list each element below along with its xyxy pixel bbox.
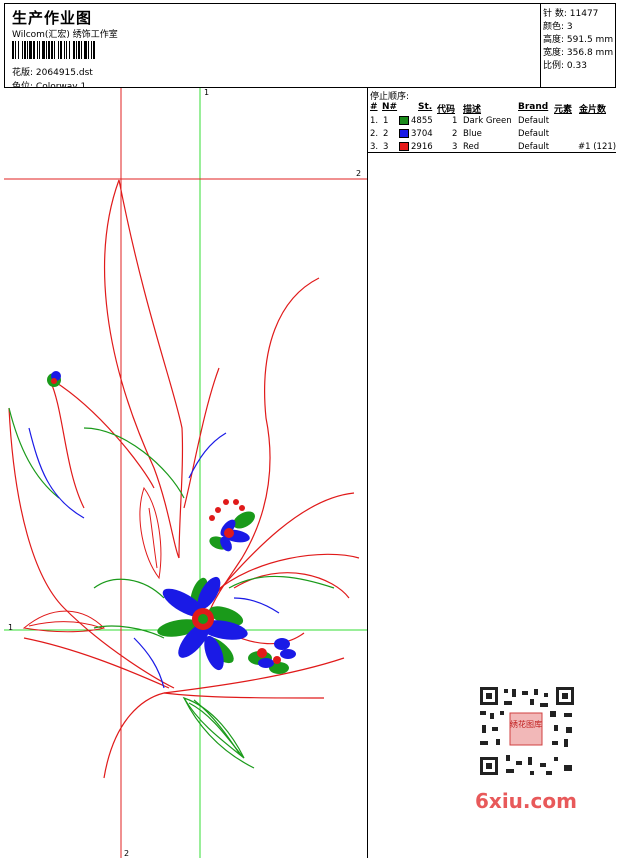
green-stems [8,407,335,769]
flower-upper-right [209,499,255,552]
row-brand: Default [518,142,550,152]
stat-colors-label: 颜色: [543,22,565,32]
row-code: 3704 [411,129,433,139]
stat-height-label: 高度: [543,35,565,45]
row-desc: Dark Green [463,116,512,126]
stat-stitches: 针 数: 11477 [543,6,598,19]
stat-colors-value: 3 [566,22,573,32]
col-header-elements: 元素 [554,105,573,115]
thread-swatch [399,142,409,151]
watermark-text: 6xiu.com [475,789,577,813]
row-index: 3. [370,142,379,152]
design-preview: 1 1 2 2 [4,88,368,858]
guide-h1-label: 1 [8,623,13,632]
table-divider [368,152,616,153]
pattern-label: 花版: [12,68,34,78]
row-brand: Default [518,116,550,126]
col-header-n: N# [382,102,398,112]
row-sequins: #1 (121) [578,142,617,152]
row-index: 2. [370,129,379,139]
row-desc: Red [463,142,480,152]
guide-v1-label: 1 [204,88,209,97]
embroidery-artwork: 1 1 2 2 [4,88,367,858]
row-num: 1 [452,116,458,126]
flower-main [157,576,248,671]
col-header-sequins: 金片数 [579,105,607,115]
guide-v2-label: 2 [124,849,129,858]
col-header-st: St. [418,102,433,112]
row-code: 4855 [411,116,433,126]
stat-stitches-label: 针 数: [543,9,567,19]
stat-scale-value: 0.33 [566,61,587,71]
row-n: 3 [383,142,389,152]
software-name: Wilcom(汇宏) 绣饰工作室 [12,30,118,40]
qr-stamp-text: 绣花图库 [510,719,542,729]
barcode [12,41,146,59]
sheet-title: 生产作业图 [12,9,93,27]
row-num: 2 [452,129,458,139]
row-n: 1 [383,116,389,126]
red-leaf-outlines [22,486,162,633]
header-panel: 生产作业图 Wilcom(汇宏) 绣饰工作室 花版: 2064915.dst 色… [4,3,541,92]
qr-code-icon: 绣花图库 [470,681,582,781]
red-stems [8,179,360,779]
col-header-index: # [370,102,378,112]
pattern-info: 花版: 2064915.dst [12,65,93,78]
thread-swatch [399,116,409,125]
col-header-desc: 描述 [463,105,482,115]
row-desc: Blue [463,129,482,139]
stat-width-label: 宽度: [543,48,565,58]
table-row: 2. 2 3704 2 Blue Default [368,128,616,141]
stat-height-value: 591.5 mm [566,35,614,45]
stat-width-value: 356.8 mm [566,48,614,58]
stop-sequence-title: 停止顺序: [370,92,410,102]
stat-stitches-value: 11477 [569,9,599,19]
stat-width: 宽度: 356.8 mm [543,45,613,58]
row-brand: Default [518,129,550,139]
col-header-brand: Brand [518,102,549,112]
col-header-code: 代码 [437,105,456,115]
bud-top-left [47,371,61,387]
table-row: 1. 1 4855 1 Dark Green Default [368,115,616,128]
stat-height: 高度: 591.5 mm [543,32,613,45]
guide-h2-label: 2 [356,169,361,178]
thread-swatch [399,129,409,138]
stat-colors: 颜色: 3 [543,19,573,32]
pattern-value: 2064915.dst [35,68,93,78]
stat-scale-label: 比例: [543,61,565,71]
row-index: 1. [370,116,379,126]
stat-scale: 比例: 0.33 [543,58,587,71]
row-n: 2 [383,129,389,139]
row-code: 2916 [411,142,433,152]
row-num: 3 [452,142,458,152]
